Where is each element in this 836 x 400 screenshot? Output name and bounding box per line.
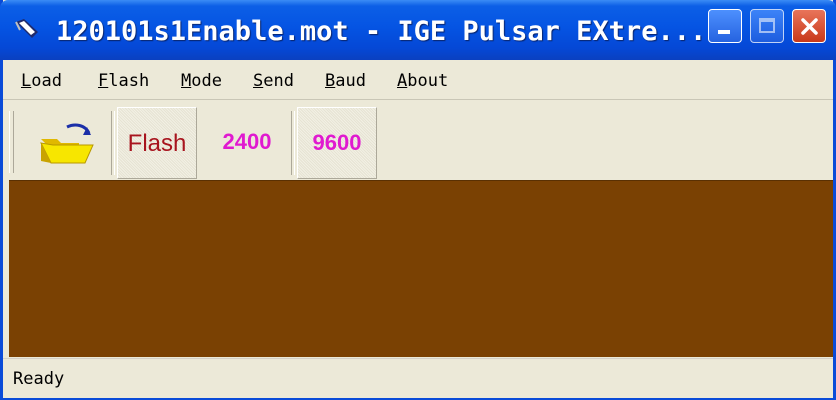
- menu-send-label: end: [263, 71, 294, 91]
- flash-button-label: Flash: [127, 130, 187, 157]
- menu-flash-label: lash: [108, 71, 150, 91]
- menu-about-label: bout: [407, 71, 449, 91]
- menu-baud[interactable]: Baud: [325, 68, 366, 94]
- menu-flash-accel: F: [98, 71, 109, 91]
- folder-open-icon: [40, 123, 94, 164]
- baud-2400-label: 2400: [222, 129, 272, 154]
- maximize-icon: [759, 18, 775, 33]
- toolbar-grip[interactable]: [9, 111, 14, 173]
- flash-button[interactable]: Flash: [117, 107, 197, 179]
- menu-baud-label: aud: [335, 71, 366, 91]
- close-button[interactable]: [792, 9, 826, 43]
- minimize-icon: [718, 30, 730, 34]
- menu-send[interactable]: Send: [253, 68, 294, 94]
- minimize-button[interactable]: [708, 9, 742, 43]
- window-title: 120101s1Enable.mot - IGE Pulsar EXtre...: [56, 16, 707, 47]
- menu-baud-accel: B: [325, 71, 336, 91]
- open-file-button[interactable]: [17, 107, 109, 179]
- app-window: 120101s1Enable.mot - IGE Pulsar EXtre...…: [0, 0, 836, 400]
- menu-mode-accel: M: [181, 71, 192, 91]
- baud-2400-button[interactable]: 2400: [203, 107, 291, 179]
- menu-about[interactable]: About: [397, 68, 448, 94]
- menu-send-accel: S: [253, 71, 264, 91]
- menu-load-accel: L: [21, 71, 32, 91]
- maximize-button[interactable]: [750, 9, 784, 43]
- baud-9600-button[interactable]: 9600: [297, 107, 377, 179]
- menu-load-label: oad: [31, 71, 62, 91]
- baud-9600-label: 9600: [312, 130, 362, 155]
- menu-mode-label: ode: [191, 71, 222, 91]
- close-icon: [801, 18, 818, 35]
- menu-divider: [3, 99, 833, 100]
- status-bar: Ready: [3, 358, 833, 398]
- menu-about-accel: A: [397, 71, 408, 91]
- app-icon: [15, 19, 38, 38]
- toolbar-separator: [291, 111, 295, 175]
- title-bar[interactable]: 120101s1Enable.mot - IGE Pulsar EXtre...: [0, 0, 836, 60]
- content-area[interactable]: [9, 180, 833, 357]
- menu-mode[interactable]: Mode: [181, 68, 222, 94]
- menu-bar: Load Flash Mode Send Baud About: [3, 62, 833, 98]
- toolbar-separator: [111, 111, 115, 175]
- status-text: Ready: [13, 369, 65, 389]
- menu-flash[interactable]: Flash: [98, 68, 149, 94]
- menu-load[interactable]: Load: [21, 68, 62, 94]
- toolbar: Flash 2400 9600: [3, 101, 833, 179]
